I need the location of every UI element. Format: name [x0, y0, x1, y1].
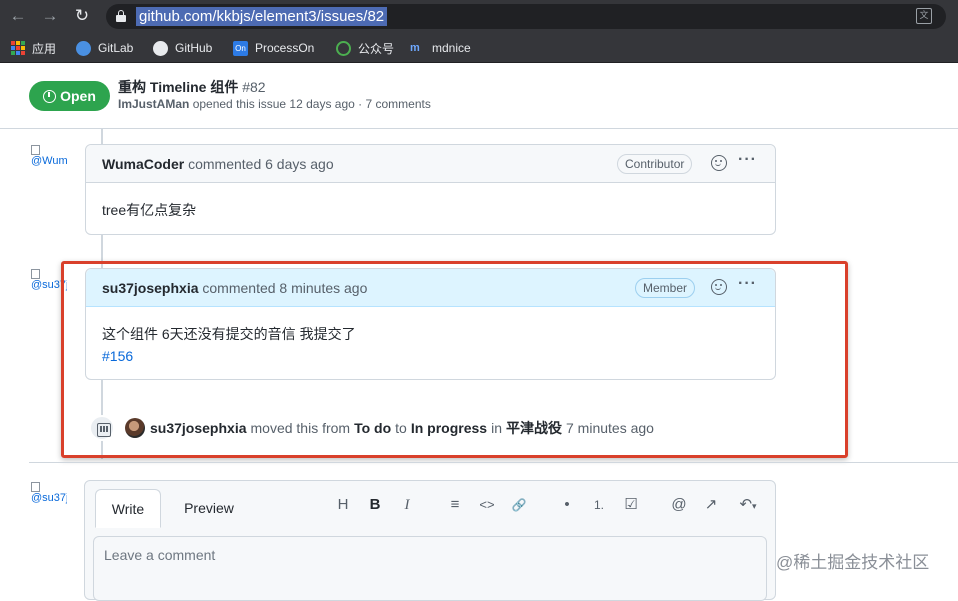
numbered-list-icon[interactable]: 1.: [589, 495, 609, 515]
timeline-end-divider: [29, 462, 958, 463]
comment-body: tree有亿点复杂: [102, 202, 197, 218]
mdnice-icon: m: [410, 41, 420, 54]
comment-card: WumaCoder commented 6 days ago Contribut…: [85, 144, 776, 235]
processon-icon: On: [233, 40, 248, 56]
wechat-icon: [336, 40, 351, 56]
lock-icon: [116, 10, 126, 22]
issue-number: #82: [242, 79, 266, 95]
quote-icon[interactable]: ≡: [445, 495, 465, 515]
bookmarks-bar: 应用 GitLab GitHub On ProcessOn 公众号 m mdni…: [0, 33, 958, 63]
bulleted-list-icon[interactable]: •: [557, 495, 577, 515]
gitlab-icon: [76, 40, 91, 56]
italic-icon[interactable]: I: [397, 495, 417, 515]
comment-header: WumaCoder commented 6 days ago Contribut…: [86, 145, 775, 183]
avatar[interactable]: @WumaCoder: [31, 145, 67, 185]
comment-textarea[interactable]: [93, 536, 767, 601]
bold-icon[interactable]: B: [365, 495, 385, 515]
tab-preview[interactable]: Preview: [171, 489, 247, 528]
issue-author-link[interactable]: ImJustAMan: [118, 97, 189, 111]
watermark: @稀土掘金技术社区: [776, 553, 930, 572]
address-bar[interactable]: github.com/kkbjs/element3/issues/82 文: [106, 4, 946, 29]
header-divider: [0, 128, 958, 129]
add-reaction-icon[interactable]: [711, 155, 727, 171]
task-list-icon[interactable]: ☑: [621, 495, 641, 515]
bookmark-gitlab[interactable]: GitLab: [76, 39, 133, 57]
avatar: @su37josephxia: [31, 482, 67, 522]
highlight-annotation: [61, 261, 848, 458]
tab-write[interactable]: Write: [95, 489, 161, 528]
translate-icon[interactable]: 文: [916, 8, 932, 24]
comment-timestamp[interactable]: commented 6 days ago: [188, 156, 334, 172]
bookmark-github[interactable]: GitHub: [153, 39, 212, 57]
link-icon[interactable]: 🔗: [509, 495, 529, 515]
saved-replies-icon[interactable]: ↶▾: [733, 495, 763, 515]
new-comment-editor: Write Preview H B I ≡ <> 🔗 • 1. ☑ @ ↗ ↶▾: [84, 480, 776, 601]
issue-page: Open 重构 Timeline 组件 #82 ImJustAMan opene…: [0, 64, 958, 601]
bookmark-wechat[interactable]: 公众号: [336, 39, 394, 57]
browser-toolbar: ← → ↻ github.com/kkbjs/element3/issues/8…: [0, 0, 958, 33]
back-icon[interactable]: ←: [8, 6, 28, 26]
heading-icon[interactable]: H: [333, 495, 353, 515]
bookmark-processon[interactable]: On ProcessOn: [233, 39, 314, 57]
bookmark-apps[interactable]: 应用: [11, 39, 56, 57]
issue-state-badge: Open: [29, 81, 110, 111]
more-options-icon[interactable]: ···: [738, 151, 758, 169]
comment-author-link[interactable]: WumaCoder: [102, 156, 184, 172]
cross-reference-icon[interactable]: ↗: [701, 495, 721, 515]
issue-title: 重构 Timeline 组件 #82: [118, 79, 266, 95]
bookmark-mdnice[interactable]: m mdnice: [410, 39, 471, 57]
forward-icon[interactable]: →: [40, 6, 60, 26]
url-text[interactable]: github.com/kkbjs/element3/issues/82: [136, 7, 388, 26]
apps-grid-icon: [11, 41, 25, 55]
code-icon[interactable]: <>: [477, 495, 497, 515]
github-icon: [153, 40, 168, 56]
issue-meta: ImJustAMan opened this issue 12 days ago…: [118, 97, 431, 111]
mention-icon[interactable]: @: [669, 495, 689, 515]
comment-input[interactable]: [94, 537, 766, 573]
issue-opened-icon: [43, 89, 57, 103]
reload-icon[interactable]: ↻: [72, 6, 92, 26]
role-badge: Contributor: [617, 154, 693, 174]
